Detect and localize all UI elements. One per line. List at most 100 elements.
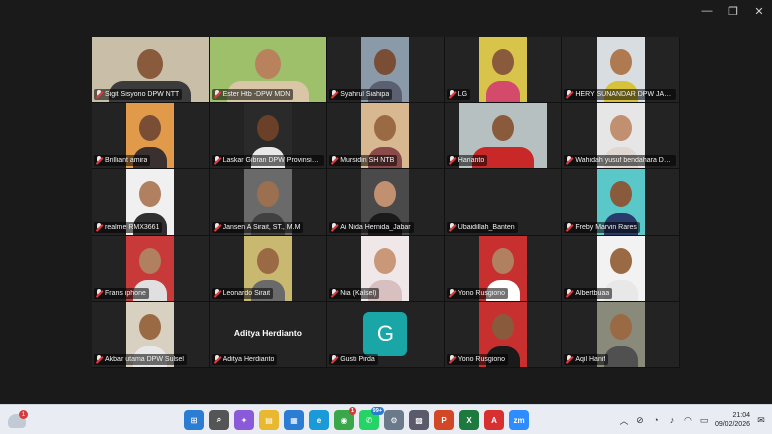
- participant-name-label: Mursidin SH NTB: [329, 155, 398, 167]
- participant-name: Gusti Pirda: [340, 355, 375, 363]
- mic-muted-icon: [330, 222, 338, 232]
- mic-muted-icon: [448, 90, 456, 99]
- participant-name: Syahrul Siahipa: [340, 91, 390, 99]
- participant-name: Brilliant amira: [105, 157, 148, 165]
- close-button[interactable]: ✕: [746, 0, 772, 22]
- zoom-icon[interactable]: zm: [509, 410, 529, 430]
- excel-icon[interactable]: X: [459, 410, 479, 430]
- network-icon[interactable]: ⊘: [635, 415, 645, 425]
- participant-tile[interactable]: Harianto: [444, 103, 563, 170]
- participant-name-label: Sigit Sisyono DPW NTT: [94, 89, 183, 101]
- participant-face: [256, 115, 279, 142]
- participant-name: Frans iphone: [105, 289, 146, 297]
- participant-tile[interactable]: G Gusti Pirda: [327, 301, 445, 368]
- system-tray: ︿ ⊘ ◔ ♪ ◠ ▭ 21:04 09/02/2026 ✉: [619, 409, 766, 431]
- participant-tile[interactable]: Brilliant amira: [92, 103, 210, 170]
- mic-muted-icon: [565, 222, 573, 232]
- participant-name: Akbar utama DPW Sulsel: [105, 355, 184, 363]
- start-icon[interactable]: ⊞: [184, 410, 204, 430]
- mic-muted-icon: [448, 288, 456, 298]
- search-icon[interactable]: ⌕: [209, 410, 229, 430]
- participant-name: realme RMX3661: [105, 223, 160, 231]
- participant-tile[interactable]: LG: [444, 37, 563, 104]
- participant-tile[interactable]: Ai Nida Hernida_Jabar: [327, 169, 445, 236]
- clock-time: 21:04: [732, 412, 750, 419]
- participant-name: Leonardo Sirait: [222, 289, 271, 297]
- participant-tile[interactable]: Ubaidillah_Banten: [444, 169, 563, 236]
- participant-tile[interactable]: Nia (Kalsel): [327, 235, 445, 302]
- notification-icon[interactable]: ✉: [756, 415, 766, 425]
- participant-tile[interactable]: Leonardo Sirait: [209, 235, 328, 302]
- battery-icon[interactable]: ▭: [699, 415, 709, 425]
- acrobat-icon[interactable]: A: [484, 410, 504, 430]
- participant-face: [609, 49, 632, 75]
- participant-tile[interactable]: Jansen A Sirait, ST., M.M: [209, 169, 328, 236]
- participant-tile[interactable]: realme RMX3661: [92, 169, 210, 236]
- participant-tile[interactable]: HERY SUNANDAR DPW JABAR: [562, 37, 680, 104]
- participant-face: [139, 313, 162, 340]
- mic-muted-icon: [330, 354, 338, 364]
- participant-face: [139, 115, 162, 142]
- participant-name: Ester Htb -DPW MDN: [222, 91, 291, 99]
- weather-widget[interactable]: 1: [8, 410, 28, 430]
- settings-icon[interactable]: ⚙: [384, 410, 404, 430]
- participant-tile[interactable]: Albertbuaa: [562, 235, 680, 302]
- whatsapp-icon[interactable]: ✆ 99+: [359, 407, 384, 430]
- participant-name: Laskar Gibran DPW Provinsi B...: [222, 157, 321, 165]
- eye-icon[interactable]: ◔: [651, 415, 661, 425]
- settings-glyph: ⚙: [390, 415, 398, 425]
- participant-tile[interactable]: Akbar utama DPW Sulsel: [92, 301, 210, 368]
- participant-face: [492, 49, 515, 75]
- files-icon[interactable]: ▤: [259, 410, 279, 430]
- participant-face: [256, 247, 279, 274]
- participant-name: Freby Marvin Rares: [575, 223, 637, 231]
- participant-name-label: Brilliant amira: [94, 155, 151, 167]
- powerpoint-icon[interactable]: P: [434, 410, 454, 430]
- wifi-icon[interactable]: ◠: [683, 415, 693, 425]
- participant-tile[interactable]: Aditya Herdianto Aditya Herdianto: [209, 301, 328, 368]
- participant-name-label: Leonardo Sirait: [211, 287, 274, 299]
- clock[interactable]: 21:04 09/02/2026: [715, 411, 750, 429]
- participant-tile[interactable]: Freby Marvin Rares: [562, 169, 680, 236]
- participant-tile[interactable]: Ester Htb -DPW MDN: [209, 37, 328, 104]
- participant-name: Yono Rusgiono: [457, 355, 506, 363]
- mic-muted-icon: [565, 354, 573, 364]
- maximize-button[interactable]: ❐: [720, 0, 746, 22]
- participant-name-label: Harianto: [446, 155, 488, 167]
- participant-tile[interactable]: Wahidah yusuf bendahara DP...: [562, 103, 680, 170]
- participant-name-label: Freby Marvin Rares: [564, 221, 640, 233]
- participant-name: Mursidin SH NTB: [340, 157, 395, 165]
- participant-name-label: Aditya Herdianto: [211, 353, 278, 365]
- minimize-button[interactable]: —: [694, 0, 720, 22]
- files-glyph: ▤: [265, 415, 273, 425]
- copilot-icon[interactable]: ✦: [234, 410, 254, 430]
- mic-muted-icon: [213, 354, 221, 364]
- participant-face: [609, 181, 632, 208]
- chevron-up-icon[interactable]: ︿: [619, 415, 629, 426]
- participant-tile[interactable]: Sigit Sisyono DPW NTT: [92, 37, 210, 104]
- edge-icon[interactable]: e: [309, 410, 329, 430]
- participant-face: [139, 181, 162, 208]
- participant-tile[interactable]: Frans iphone: [92, 235, 210, 302]
- participant-face: [374, 247, 397, 274]
- participant-face: [374, 115, 397, 142]
- mic-muted-icon: [95, 354, 103, 364]
- chrome-icon[interactable]: ◉ 1: [334, 407, 356, 430]
- notification-badge: 99+: [370, 407, 384, 415]
- mic-muted-icon: [448, 354, 456, 364]
- participant-name-label: Ai Nida Hernida_Jabar: [329, 221, 414, 233]
- participant-tile[interactable]: Mursidin SH NTB: [327, 103, 445, 170]
- calculator-icon[interactable]: ▩: [409, 410, 429, 430]
- participant-face: [374, 49, 397, 75]
- mic-icon[interactable]: ♪: [667, 415, 677, 425]
- store-icon[interactable]: ▦: [284, 410, 304, 430]
- mic-muted-icon: [95, 90, 103, 99]
- participant-tile[interactable]: Yono Rusgiono: [444, 235, 563, 302]
- participant-tile[interactable]: Aqil Hanif: [562, 301, 680, 368]
- participant-tile[interactable]: Yono Rusgiono: [444, 301, 563, 368]
- participant-tile[interactable]: Syahrul Siahipa: [327, 37, 445, 104]
- participant-face: [492, 313, 515, 340]
- mic-muted-icon: [213, 222, 221, 232]
- participant-name: Yono Rusgiono: [457, 289, 506, 297]
- participant-tile[interactable]: Laskar Gibran DPW Provinsi B...: [209, 103, 328, 170]
